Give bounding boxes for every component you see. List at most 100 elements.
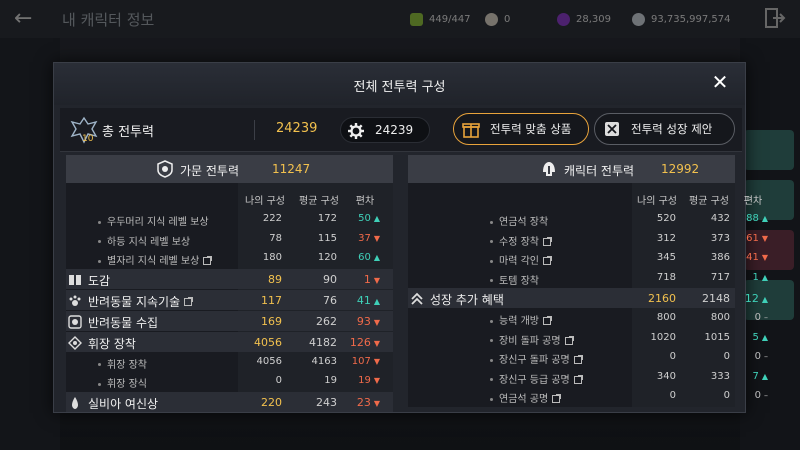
row-label-text: 휘장 장착 xyxy=(107,359,147,371)
value-mine: 345 xyxy=(656,252,676,263)
growth-book-icon xyxy=(603,120,621,138)
family-power-title: 가문 전투력 xyxy=(180,164,240,178)
tailored-products-button[interactable]: 전투력 맞춤 상품 xyxy=(453,113,589,145)
value-average: 4182 xyxy=(309,335,337,349)
row-label: 마력 각인 xyxy=(490,252,552,267)
arrow-down-icon: ▼ xyxy=(373,398,380,408)
power-subitem-row: 토템 장착 718 717 1 ▲ xyxy=(408,269,768,287)
power-category-row: 휘장 장착 4056 4182 126 ▼ xyxy=(66,331,393,352)
bullet-dot xyxy=(490,319,493,323)
bullet-dot xyxy=(490,339,493,342)
deviation-number: 12 xyxy=(744,292,759,305)
external-link-icon[interactable] xyxy=(552,394,562,403)
helmet-icon xyxy=(540,160,558,178)
col-header-diff: 편차 xyxy=(743,196,763,207)
external-link-icon[interactable] xyxy=(573,355,583,364)
growth-suggestion-button[interactable]: 전투력 성장 제안 xyxy=(594,113,735,145)
statue-icon xyxy=(68,395,82,409)
arrow-down-icon: ▼ xyxy=(373,233,380,243)
value-average: 19 xyxy=(324,375,337,386)
value-average: 115 xyxy=(317,232,337,244)
deviation-number: 19 xyxy=(358,375,371,386)
family-power-value: 11247 xyxy=(272,162,311,176)
external-link-icon[interactable] xyxy=(542,256,552,265)
modal-title: 전체 전투력 구성 xyxy=(353,80,446,95)
power-subitem-row: 휘장 장착 4056 4163 107 ▼ xyxy=(66,353,393,371)
family-crest-icon xyxy=(156,160,174,178)
character-power-value: 12992 xyxy=(661,162,700,176)
bullet-dot xyxy=(490,279,493,282)
deviation-number: 93 xyxy=(356,314,371,328)
deviation-number: 88 xyxy=(746,213,759,224)
bullet-dot xyxy=(98,382,101,386)
power-subitem-row[interactable]: 수정 장착 312 373 61 ▼ xyxy=(408,230,768,248)
close-icon[interactable]: ✕ xyxy=(709,71,731,93)
dash-icon: – xyxy=(764,391,768,400)
value-deviation: 0– xyxy=(726,312,768,323)
deviation-number: 126 xyxy=(349,335,371,349)
value-mine: 169 xyxy=(261,314,282,328)
deviation-number: 61 xyxy=(746,232,759,244)
col-header-avg: 평균 구성 xyxy=(299,196,339,207)
row-label: 성장 추가 혜택 xyxy=(430,291,504,308)
arrow-up-icon: ▲ xyxy=(761,272,768,282)
value-deviation: 23 ▼ xyxy=(338,396,380,409)
power-subitem-row: 연금석 장착 520 432 88 ▲ xyxy=(408,210,768,228)
value-mine: 312 xyxy=(656,232,676,244)
arrow-up-icon: ▲ xyxy=(761,295,768,304)
power-category-row: 실비아 여신상 220 243 23 ▼ xyxy=(66,391,393,412)
external-link-icon[interactable] xyxy=(203,256,213,265)
power-subitem-row[interactable]: 마력 각인 345 386 41 ▼ xyxy=(408,249,768,267)
family-power-panel: 가문 전투력 11247 나의 구성 평균 구성 편차 우두머리 지식 레벨 보… xyxy=(66,155,393,412)
family-power-header: 가문 전투력 11247 xyxy=(66,155,393,183)
row-label-text: 반려동물 지속기술 xyxy=(88,294,181,309)
deviation-number: 107 xyxy=(351,355,371,367)
row-label-text: 성장 추가 혜택 xyxy=(430,293,504,307)
value-average: 717 xyxy=(710,271,730,283)
external-link-icon[interactable] xyxy=(573,374,583,384)
deviation-number: 1 xyxy=(752,271,759,283)
row-label: 휘장 장식 xyxy=(98,375,147,390)
arrow-down-icon: ▼ xyxy=(761,233,768,243)
power-setting-pill[interactable]: 24239 xyxy=(340,117,430,143)
external-link-icon[interactable] xyxy=(184,297,194,306)
power-category-row: 도감 89 90 1 ▼ xyxy=(66,268,393,289)
value-deviation: 41 ▲ xyxy=(338,294,380,307)
external-link-icon[interactable] xyxy=(542,316,552,325)
value-deviation: 41 ▼ xyxy=(726,252,768,263)
divider xyxy=(254,120,255,140)
power-subitem-row[interactable]: 장신구 돌파 공명 0 0 0– xyxy=(408,348,768,366)
deviation-number: 7 xyxy=(752,370,759,382)
row-label-text: 장신구 등급 공명 xyxy=(499,374,570,386)
power-subitem-row: 우두머리 지식 레벨 보상 222 172 50 ▲ xyxy=(66,210,393,228)
row-label: 수정 장착 xyxy=(490,233,552,248)
value-average: 386 xyxy=(710,252,730,263)
row-label-text: 실비아 여신상 xyxy=(88,396,159,411)
power-subitem-row[interactable]: 장비 돌파 공명 1020 1015 5 ▲ xyxy=(408,329,768,347)
gift-icon xyxy=(462,120,480,138)
row-label-text: 반려동물 수집 xyxy=(88,315,159,330)
external-link-icon[interactable] xyxy=(542,236,552,246)
power-subitem-row[interactable]: 연금석 공명 0 0 0– xyxy=(408,387,768,405)
row-label-text: 능력 개방 xyxy=(499,316,539,327)
bullet-dot xyxy=(490,397,493,401)
external-link-icon[interactable] xyxy=(564,335,574,345)
power-rank-badge-icon: 10 xyxy=(70,116,98,144)
value-deviation: 12 ▲ xyxy=(726,292,768,305)
power-subitem-row[interactable]: 능력 개방 800 800 0– xyxy=(408,309,768,327)
value-mine: 4056 xyxy=(254,335,282,349)
power-subitem-row[interactable]: 별자리 지식 레벨 보상 180 120 60 ▲ xyxy=(66,249,393,267)
row-label-text: 토템 장착 xyxy=(499,275,539,287)
row-label-text: 휘장 장착 xyxy=(88,336,136,351)
power-category-row[interactable]: 반려동물 지속기술 117 76 41 ▲ xyxy=(66,289,393,310)
value-average: 800 xyxy=(710,312,730,323)
total-power-value: 24239 xyxy=(276,121,318,136)
value-mine: 117 xyxy=(261,293,282,307)
power-subitem-row: 하등 지식 레벨 보상 78 115 37 ▼ xyxy=(66,230,393,248)
value-deviation: 126 ▼ xyxy=(338,336,380,349)
value-deviation: 61 ▼ xyxy=(726,233,768,244)
power-subitem-row[interactable]: 장신구 등급 공명 340 333 7 ▲ xyxy=(408,368,768,386)
value-deviation: 37 ▼ xyxy=(338,233,380,244)
value-mine: 0 xyxy=(275,375,282,386)
row-label: 도감 xyxy=(88,272,110,289)
